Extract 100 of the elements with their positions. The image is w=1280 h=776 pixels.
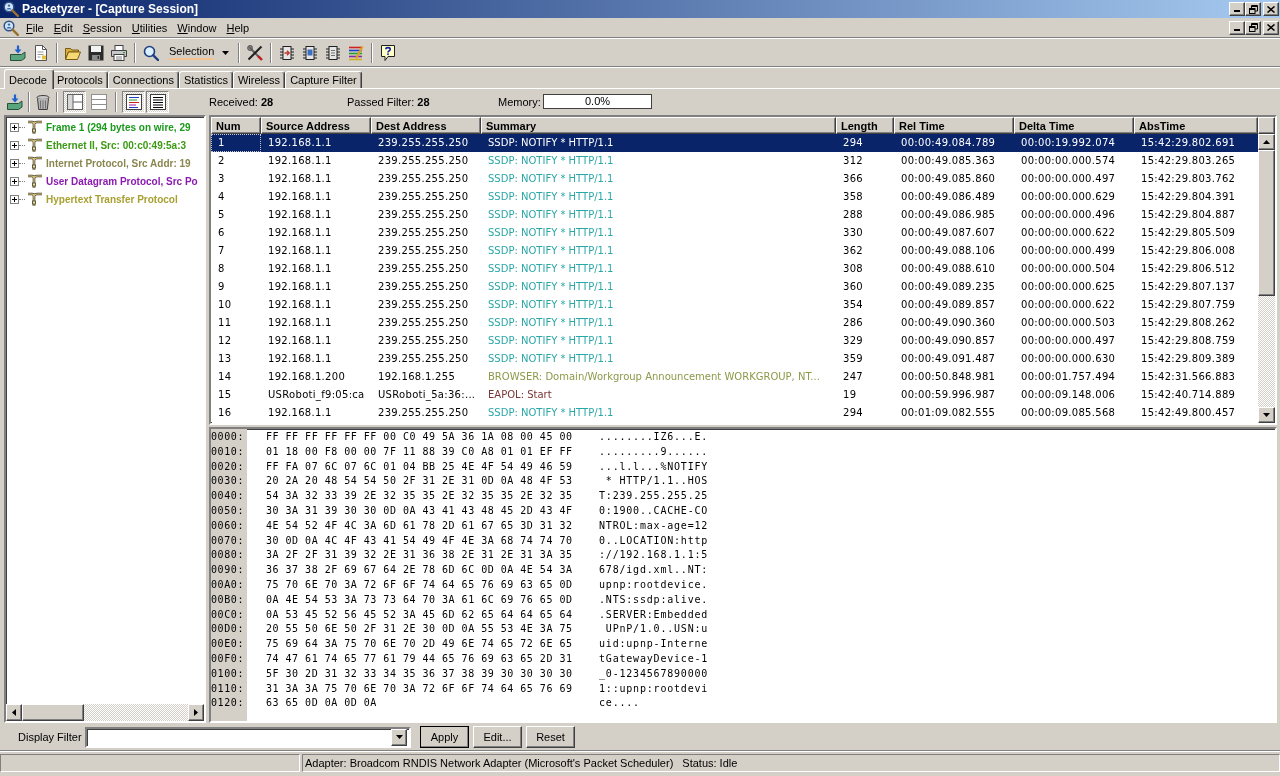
- column-header[interactable]: Source Address: [261, 117, 371, 134]
- dropdown-button[interactable]: [391, 728, 407, 746]
- column-header[interactable]: Summary: [481, 117, 836, 134]
- adapter-status: Adapter: Broadcom RNDIS Network Adapter (Microsoft's Packet Scheduler): [305, 757, 674, 769]
- menu-item[interactable]: Session: [77, 20, 127, 35]
- table-cell-text: 192.168.1.1: [267, 154, 333, 168]
- table-cell-text: 00:00:00.000.574: [1020, 154, 1117, 168]
- table-cell-text: 15:42:29.802.691: [1140, 136, 1237, 150]
- table-cell-text: 239.255.255.250: [377, 190, 470, 204]
- tree-item[interactable]: User Datagram Protocol, Src Po: [46, 175, 198, 187]
- restore-button[interactable]: [1245, 20, 1261, 35]
- display-filter-combobox[interactable]: [85, 726, 411, 748]
- chip-screen-icon[interactable]: [302, 44, 319, 61]
- expand-icon[interactable]: [10, 158, 19, 168]
- table-cell-text: 192.168.1.1: [267, 316, 333, 330]
- table-cell-text: 00:01:09.082.555: [900, 406, 997, 420]
- hex-bytes: 5F 30 2D 31 32 33 34 35 36 37 38 39 30 30 30 30: [266, 666, 574, 681]
- tab[interactable]: Wireless: [232, 71, 286, 88]
- column-header[interactable]: Num: [211, 117, 261, 134]
- menu-item[interactable]: Utilities: [126, 20, 173, 35]
- list-view-button[interactable]: [122, 90, 145, 113]
- table-cell-text: 00:00:50.848.981: [900, 370, 997, 384]
- lines-pencil-icon[interactable]: [348, 44, 365, 61]
- tree-item[interactable]: Ethernet II, Src: 00:c0:49:5a:3: [46, 139, 187, 151]
- chip-arrow-icon[interactable]: [279, 44, 296, 61]
- scrollbar-thumb[interactable]: [22, 704, 84, 721]
- table-cell-text: SSDP: NOTIFY * HTTP/1.1: [487, 226, 615, 240]
- close-button[interactable]: [1263, 2, 1279, 16]
- expand-icon[interactable]: [10, 176, 19, 186]
- table-cell-text: SSDP: NOTIFY * HTTP/1.1: [487, 208, 615, 222]
- pane-layout-button[interactable]: [63, 90, 86, 113]
- tab[interactable]: Capture Filter: [285, 71, 362, 88]
- table-cell-text: 00:00:00.000.622: [1020, 298, 1117, 312]
- expand-icon[interactable]: [10, 194, 19, 204]
- received-count: Received: 28: [209, 95, 275, 108]
- scroll-up-button[interactable]: [1258, 134, 1275, 150]
- scroll-right-button[interactable]: [188, 704, 204, 721]
- tab[interactable]: Connections: [107, 71, 179, 88]
- column-header[interactable]: Rel Time: [894, 117, 1014, 134]
- scrollbar-thumb[interactable]: [1258, 150, 1275, 296]
- table-cell-text: 192.168.1.1: [267, 172, 333, 186]
- edit-button[interactable]: Edit...: [473, 726, 522, 748]
- document-icon[interactable]: [33, 44, 49, 61]
- chip-icon[interactable]: [325, 44, 342, 61]
- table-cell-text: 192.168.1.1: [267, 136, 333, 150]
- hex-bytes: 75 70 6E 70 3A 72 6F 6F 74 64 65 76 69 63 65 0D: [266, 577, 574, 592]
- ascii-text: NTROL:max-age=12: [599, 518, 709, 533]
- table-cell-text: 3: [217, 172, 226, 186]
- table-cell-text: 15:42:29.804.887: [1140, 208, 1237, 222]
- menu-item[interactable]: File: [21, 20, 49, 35]
- crossed-tools-icon[interactable]: [247, 44, 264, 61]
- tab[interactable]: Decode: [4, 69, 54, 89]
- restore-button[interactable]: [1245, 2, 1261, 16]
- window-title: Packetyzer - [Capture Session]: [22, 2, 199, 16]
- trash-icon[interactable]: [35, 93, 51, 110]
- text-view-button[interactable]: [146, 90, 169, 113]
- expand-icon[interactable]: [10, 140, 19, 150]
- ascii-text: 0:1900..CACHE-CO: [599, 504, 709, 518]
- close-icon: [1267, 5, 1275, 13]
- card-arrow-icon[interactable]: [10, 44, 26, 61]
- menu-item[interactable]: Edit: [48, 20, 78, 35]
- card-arrow-icon[interactable]: [7, 93, 23, 110]
- packet-row[interactable]: 1 192.168.1.1 239.255.255.250 SSDP: NOTIFY * HTTP/1.1 294 00:00:49.084.789 00:00:19.992.074 15:42:29.802.691: [211, 134, 1258, 152]
- scroll-down-button[interactable]: [1258, 407, 1275, 423]
- hex-offset: 0090:: [211, 563, 246, 578]
- left-arrow-icon: [12, 709, 16, 716]
- tree-item[interactable]: Frame 1 (294 bytes on wire, 29: [46, 121, 191, 133]
- branch-icon: [27, 119, 43, 135]
- expand-icon[interactable]: [10, 122, 19, 132]
- hex-offset: 00D0:: [211, 622, 246, 637]
- tab[interactable]: Protocols: [51, 71, 108, 88]
- hex-offset: 0120:: [211, 696, 246, 711]
- column-header[interactable]: AbsTime: [1134, 117, 1258, 134]
- tree-item[interactable]: Internet Protocol, Src Addr: 19: [46, 157, 191, 169]
- table-cell-text: 366: [842, 172, 864, 186]
- reset-button[interactable]: Reset: [526, 726, 575, 748]
- search-icon[interactable]: [143, 44, 159, 61]
- column-header[interactable]: Dest Address: [371, 117, 481, 134]
- scroll-left-button[interactable]: [6, 704, 22, 721]
- table-cell-text: 00:00:49.085.363: [900, 154, 997, 168]
- menu-item[interactable]: Help: [221, 20, 255, 35]
- column-header[interactable]: Length: [836, 117, 894, 134]
- selection-dropdown[interactable]: Selection: [166, 45, 232, 60]
- minimize-button[interactable]: [1229, 20, 1245, 35]
- minimize-button[interactable]: [1229, 2, 1245, 16]
- print-icon[interactable]: [111, 44, 127, 61]
- help-icon[interactable]: [380, 44, 397, 61]
- minimize-icon: [1234, 28, 1240, 31]
- menu-item[interactable]: Window: [172, 20, 222, 35]
- save-icon[interactable]: [88, 44, 104, 61]
- table-cell-text: 00:00:19.992.074: [1020, 136, 1117, 150]
- table-cell-text: 362: [842, 244, 864, 258]
- close-button[interactable]: [1263, 20, 1279, 35]
- column-header[interactable]: Delta Time: [1014, 117, 1134, 134]
- status-text: Status: Idle: [682, 757, 738, 769]
- table-cell-text: 239.255.255.250: [377, 298, 470, 312]
- apply-button[interactable]: Apply: [420, 726, 469, 748]
- tab[interactable]: Statistics: [178, 71, 233, 88]
- ascii-text: ...l.l...%NOTIFY: [599, 459, 709, 474]
- magnifier-icon[interactable]: [3, 19, 19, 36]
